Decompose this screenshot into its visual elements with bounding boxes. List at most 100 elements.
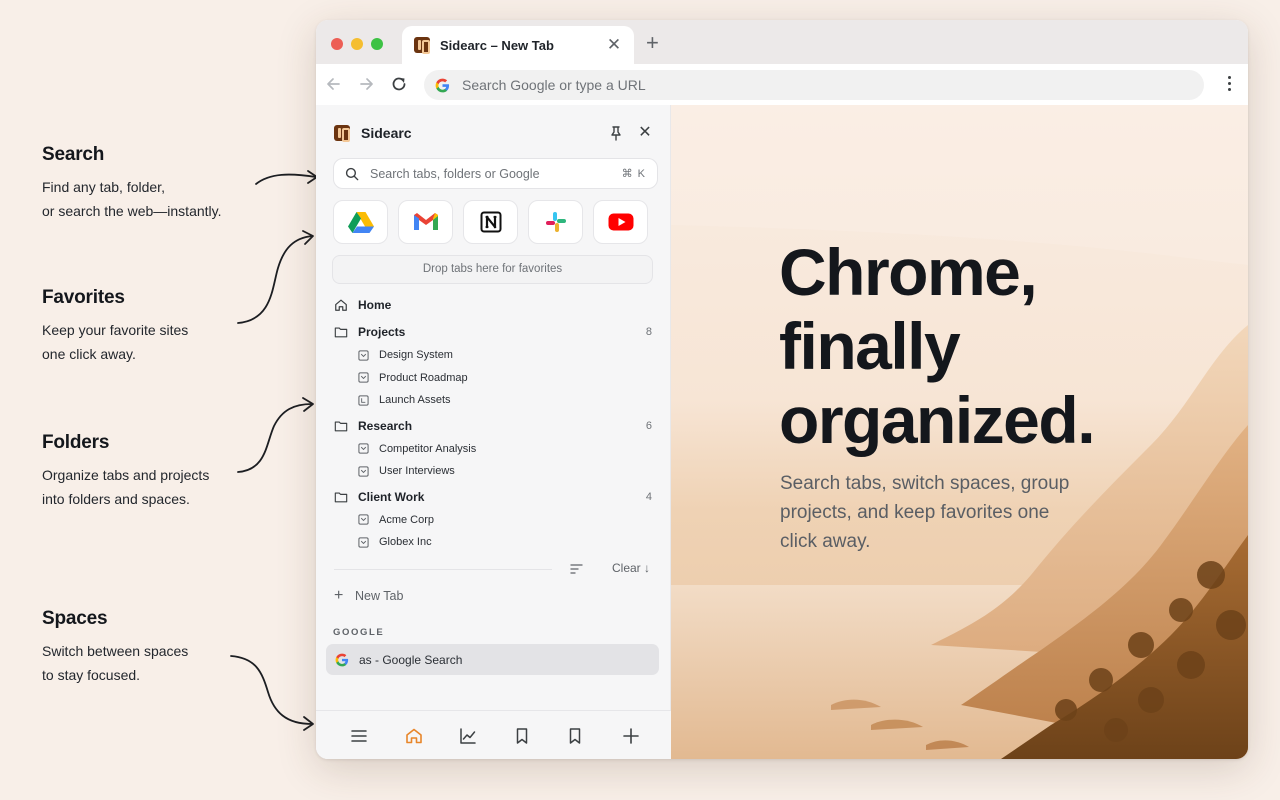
sidebar-bottom-bar [316, 710, 671, 759]
browser-window: Sidearc – New Tab ✕ + Search Google or t… [316, 20, 1248, 759]
menu-icon[interactable] [350, 727, 368, 745]
list-item-label: Competitor Analysis [379, 442, 477, 455]
back-arrow-icon[interactable] [324, 74, 344, 94]
new-tab-page: Chrome, finally organized. Search tabs, … [671, 105, 1248, 759]
search-icon [345, 167, 359, 180]
sort-row: Clear ↓ [334, 560, 652, 578]
arrow-spaces-icon [230, 655, 314, 731]
headline-line: finally [779, 309, 961, 383]
list-item-label: User Interviews [379, 465, 455, 478]
browser-toolbar: Search Google or type a URL [316, 64, 1248, 105]
annotation-line: to stay focused. [42, 667, 141, 683]
tab-close-icon[interactable]: ✕ [606, 35, 622, 55]
active-space-tab[interactable]: as - Google Search [326, 644, 659, 675]
sidearc-favicon-icon [414, 37, 430, 54]
sort-icon[interactable] [570, 563, 583, 575]
tab-tree: Home Projects 8 Design System Product Ro… [334, 292, 652, 554]
search-shortcut-hint: ⌘ K [621, 168, 646, 180]
tab-page-icon [358, 395, 369, 406]
list-item[interactable]: Design System [334, 344, 652, 367]
sidebar-title: Sidearc [361, 125, 412, 141]
list-item[interactable]: Product Roadmap [334, 367, 652, 390]
sidebar-new-tab-button[interactable]: + New Tab [334, 586, 403, 606]
annotation-line: Organize tabs and projects [42, 467, 210, 483]
favorite-slack[interactable] [528, 200, 583, 244]
favorites-dropzone[interactable]: Drop tabs here for favorites [332, 255, 653, 284]
window-minimize-button[interactable] [351, 38, 363, 50]
list-item[interactable]: User Interviews [334, 460, 652, 483]
annotation-title: Favorites [42, 287, 125, 308]
folder-label: Projects [358, 325, 406, 339]
list-item[interactable]: Launch Assets [334, 389, 652, 412]
folder-label: Research [358, 418, 413, 433]
sidebar-search-input[interactable] [370, 166, 622, 181]
annotation-folders: Folders Organize tabs and projects into … [42, 432, 252, 511]
folder-count: 4 [645, 490, 652, 503]
space-name: GOOGLE [333, 627, 385, 638]
browser-menu-icon[interactable] [1228, 76, 1232, 91]
google-g-icon [335, 653, 349, 666]
folder-count: 6 [645, 419, 652, 432]
tab-page-icon [358, 443, 369, 454]
new-tab-button[interactable]: + [646, 30, 659, 56]
sidebar-item-home[interactable]: Home [334, 292, 652, 318]
list-item-label: Product Roadmap [379, 371, 468, 384]
active-tab-label: as - Google Search [359, 652, 463, 667]
favorite-youtube[interactable] [593, 200, 648, 244]
arrow-search-icon [255, 170, 318, 185]
favorite-gmail[interactable] [398, 200, 453, 244]
annotation-search: Search Find any tab, folder, or search t… [42, 144, 252, 223]
list-item[interactable]: Globex Inc [334, 531, 652, 554]
annotation-title: Search [42, 144, 105, 165]
reload-icon[interactable] [389, 74, 409, 94]
list-item-label: Globex Inc [379, 536, 432, 549]
annotation-favorites: Favorites Keep your favorite sites one c… [42, 287, 252, 366]
youtube-icon [608, 213, 633, 231]
window-zoom-button[interactable] [371, 38, 383, 50]
tab-title: Sidearc – New Tab [440, 37, 554, 53]
favorite-notion[interactable] [463, 200, 518, 244]
bookmark-icon[interactable] [513, 727, 531, 745]
favorite-google-drive[interactable] [333, 200, 388, 244]
annotation-title: Folders [42, 432, 110, 453]
annotation-line: Keep your favorite sites [42, 322, 189, 338]
headline-line: organized. [779, 383, 1096, 457]
new-tab-label: New Tab [355, 589, 404, 603]
gmail-icon [413, 213, 438, 230]
annotation-title: Spaces [42, 608, 108, 629]
sidebar-close-icon[interactable]: ✕ [638, 125, 652, 141]
annotation-spaces: Spaces Switch between spaces to stay foc… [42, 608, 252, 687]
folder-count: 8 [645, 326, 652, 338]
list-item[interactable]: Acme Corp [334, 509, 652, 532]
browser-tab-active[interactable]: Sidearc – New Tab ✕ [402, 26, 634, 64]
divider [334, 569, 552, 570]
list-item[interactable]: Competitor Analysis [334, 438, 652, 461]
chart-icon[interactable] [459, 727, 477, 745]
bookmark-outline-icon[interactable] [566, 727, 584, 745]
omnibox[interactable]: Search Google or type a URL [424, 70, 1204, 100]
folder-research[interactable]: Research 6 [334, 414, 652, 438]
slack-icon [545, 212, 566, 232]
clear-button[interactable]: Clear ↓ [612, 561, 650, 575]
folder-icon [334, 420, 348, 431]
folder-client-work[interactable]: Client Work 4 [334, 485, 652, 509]
list-item-label: Launch Assets [379, 394, 451, 407]
arrow-favorites-icon [237, 230, 314, 324]
annotation-line: into folders and spaces. [42, 491, 190, 507]
annotation-line: or search the web—instantly. [42, 203, 222, 219]
headline-line: Chrome, [779, 235, 1038, 309]
favorites-row [333, 200, 648, 244]
home-icon[interactable] [405, 727, 423, 745]
tab-page-icon [358, 466, 369, 477]
tab-page-icon [358, 537, 369, 548]
folder-icon [334, 327, 348, 338]
notion-icon [480, 211, 501, 233]
tab-page-icon [358, 350, 369, 361]
window-close-button[interactable] [331, 38, 343, 50]
page-subheadline: Search tabs, switch spaces, group projec… [780, 473, 1070, 552]
plus-icon[interactable] [622, 727, 640, 745]
sidebar-search[interactable]: ⌘ K [333, 158, 658, 189]
folder-projects[interactable]: Projects 8 [334, 320, 652, 344]
forward-arrow-icon[interactable] [356, 74, 376, 94]
pin-icon[interactable] [608, 125, 624, 141]
